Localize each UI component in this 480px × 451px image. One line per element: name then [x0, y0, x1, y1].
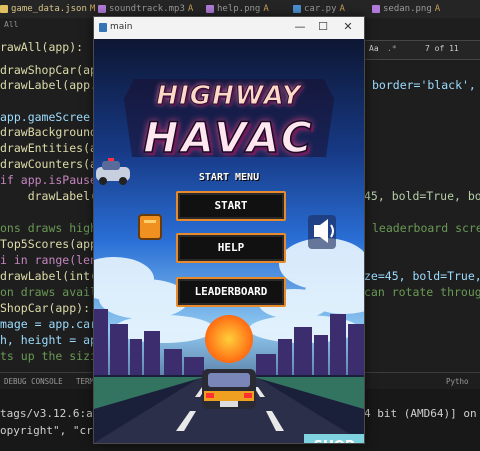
- code-line-right: can rotate throug: [364, 285, 480, 299]
- image-file-icon: [372, 4, 380, 13]
- code-line: Top5Scores(app: [0, 237, 97, 251]
- image-file-icon: [206, 4, 214, 13]
- match-case-toggle[interactable]: Aa: [369, 44, 379, 53]
- sun-icon: [205, 315, 253, 363]
- game-logo-line1: HIGHWAY: [156, 81, 302, 112]
- code-line-right: ze=45, bold=True,: [364, 269, 480, 283]
- code-line: drawShopCar(ap: [0, 63, 97, 77]
- code-line: drawCounters(a: [0, 157, 97, 171]
- tab-debug-console[interactable]: DEBUG CONSOLE: [4, 377, 63, 386]
- game-logo-line2: HAVAC: [143, 112, 315, 163]
- code-line: ts up the sizi: [0, 349, 97, 363]
- code-line: drawLabel(app.: [0, 78, 97, 92]
- player-car-icon: [202, 369, 256, 409]
- code-line: mage = app.car: [0, 317, 97, 331]
- code-line: if app.isPause: [0, 173, 97, 187]
- help-icon[interactable]: [138, 214, 162, 240]
- app-icon: [99, 23, 107, 32]
- audio-file-icon: [98, 4, 106, 13]
- window-title: main: [110, 22, 133, 32]
- window-titlebar[interactable]: main — ☐ ✕: [94, 17, 364, 39]
- terminal-profile-label[interactable]: Pytho: [446, 377, 469, 386]
- minimize-button[interactable]: —: [292, 20, 308, 34]
- code-line: drawBackground: [0, 125, 97, 139]
- regex-icon[interactable]: .*: [387, 44, 397, 53]
- code-line: h, height = ap: [0, 333, 97, 347]
- code-line: drawLabel(int(: [0, 269, 97, 283]
- shop-button[interactable]: SHOP: [304, 434, 364, 443]
- code-line-right: leaderboard scre: [372, 221, 480, 235]
- tab-game-data[interactable]: game_data.json M: [0, 0, 95, 18]
- find-widget[interactable]: Aa .* 7 of 11: [362, 40, 480, 60]
- code-line: ShopCar(app):: [0, 301, 91, 315]
- speaker-icon[interactable]: [308, 215, 336, 249]
- terminal-line: tags/v3.12.6:a4: [0, 407, 100, 420]
- menu-heading: START MENU: [198, 172, 260, 183]
- game-canvas[interactable]: HIGHWAY HAVAC START MENU START HELP LEAD…: [94, 39, 364, 443]
- code-line: app.gameScree: [0, 110, 91, 124]
- tab-terminal[interactable]: TERM: [76, 377, 94, 386]
- code-line: ons draws high: [0, 221, 97, 235]
- code-line-right: 45, bold=True, bo: [364, 189, 480, 203]
- terminal-line: opyright", "cre: [0, 424, 100, 437]
- leaderboard-button[interactable]: LEADERBOARD: [176, 277, 286, 307]
- start-button[interactable]: START: [176, 191, 286, 221]
- code-line: i in range(len: [0, 253, 97, 267]
- maximize-button[interactable]: ☐: [315, 20, 331, 34]
- terminal-line-right: 4 bit (AMD64)] on w: [364, 407, 480, 420]
- python-file-icon: [293, 4, 301, 13]
- code-line: on draws avail: [0, 285, 97, 299]
- code-line: drawLabel(: [0, 189, 97, 203]
- json-file-icon: [0, 4, 8, 13]
- tab-sedan-png[interactable]: sedan.png A: [372, 0, 440, 18]
- code-line-right: border='black',: [372, 78, 480, 92]
- close-button[interactable]: ✕: [340, 20, 356, 34]
- game-window: main — ☐ ✕ HIGHWAY HAVAC START MENU STAR…: [93, 16, 365, 444]
- help-button[interactable]: HELP: [176, 233, 286, 263]
- code-line: rawAll(app):: [0, 40, 84, 54]
- code-line: drawEntities(a: [0, 141, 97, 155]
- match-count: 7 of 11: [425, 44, 459, 53]
